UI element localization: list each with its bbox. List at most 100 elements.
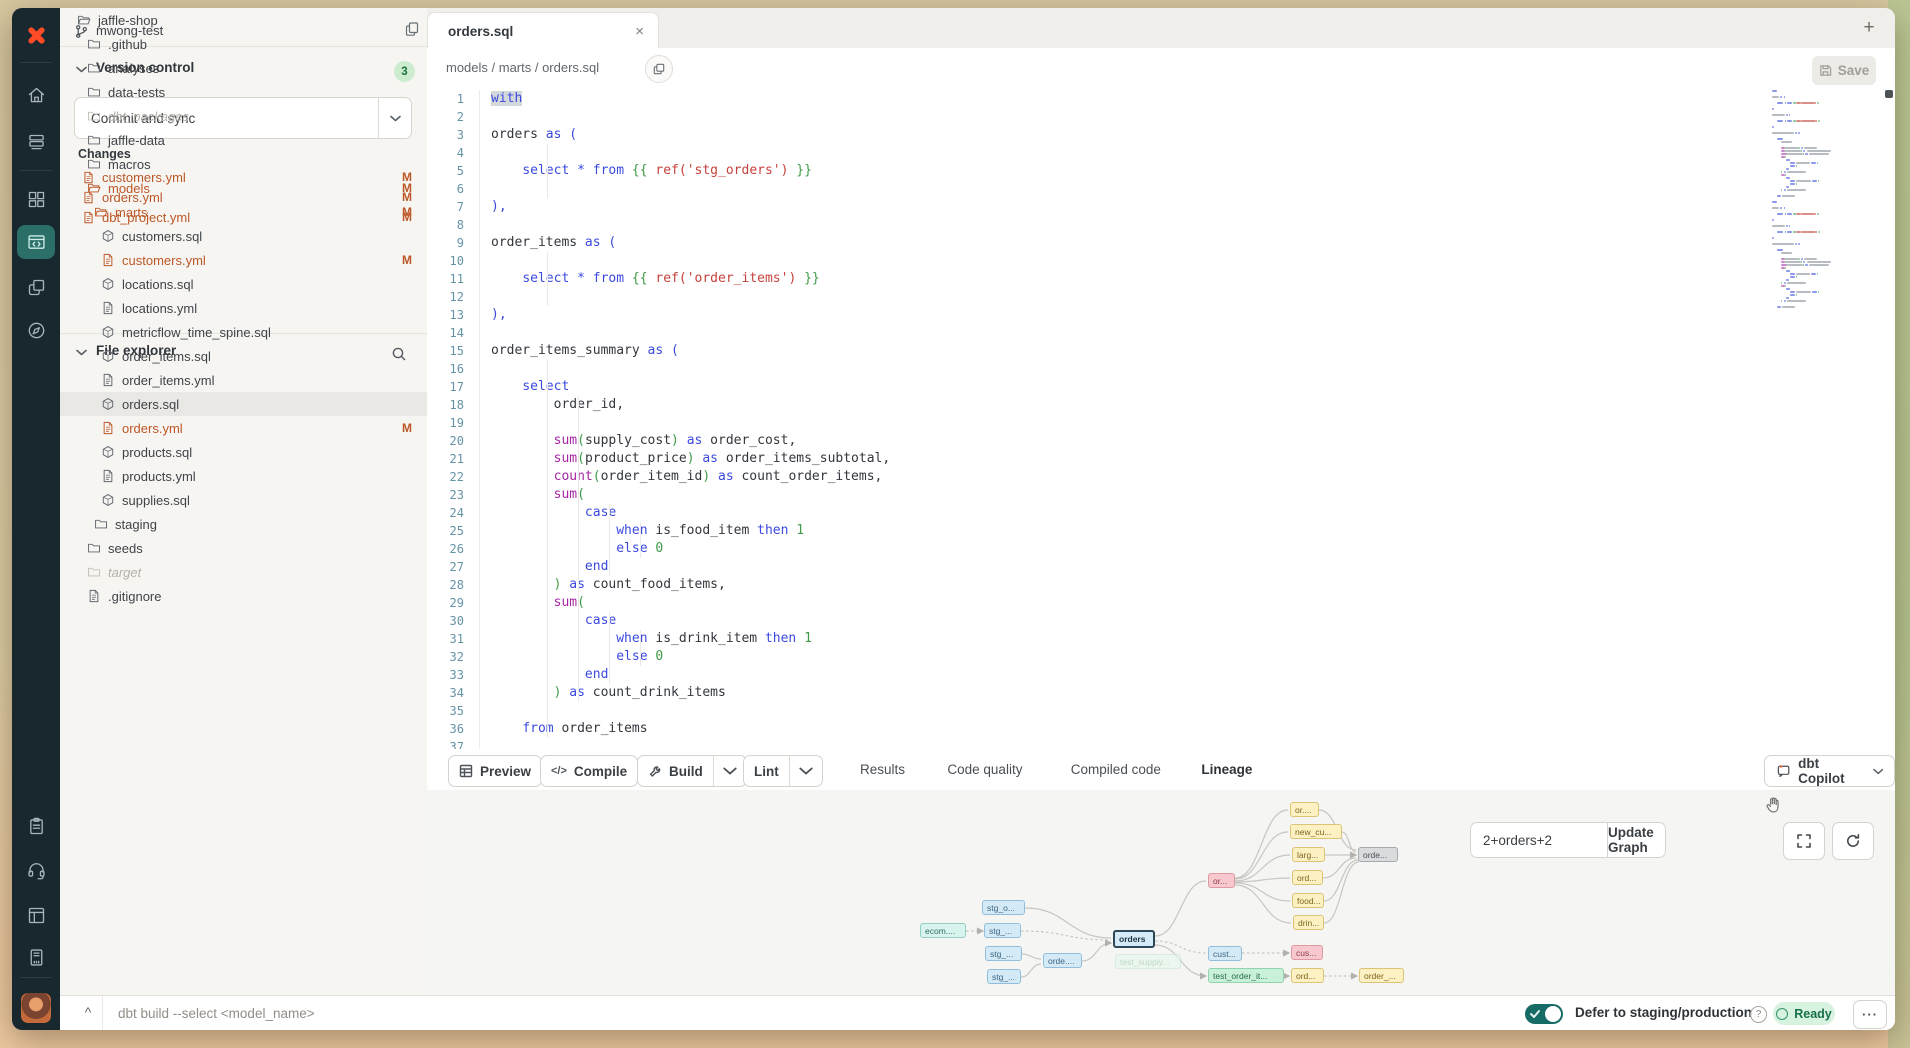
code-line-19[interactable]	[480, 414, 1770, 432]
support-headset-icon[interactable]	[17, 853, 55, 887]
tree-item-macros[interactable]: macros	[60, 152, 427, 176]
refresh-button[interactable]	[1832, 822, 1874, 860]
code-line-34[interactable]: ) as count_drink_items	[480, 684, 1770, 702]
code-line-30[interactable]: case	[480, 612, 1770, 630]
code-line-12[interactable]	[480, 288, 1770, 306]
tree-item-data-tests[interactable]: data-tests	[60, 80, 427, 104]
close-icon[interactable]: ×	[635, 23, 644, 40]
lineage-node-new_cu[interactable]: new_cu...	[1290, 824, 1342, 839]
lineage-node-orde[interactable]: orde...	[1358, 847, 1398, 862]
tree-item-orders.yml[interactable]: orders.ymlM	[60, 416, 427, 440]
tab-compiled-code[interactable]: Compiled code	[1071, 749, 1161, 790]
build-button[interactable]: Build	[637, 755, 747, 787]
tree-item-.gitignore[interactable]: .gitignore	[60, 584, 427, 608]
code-content[interactable]: withorders as ( select * from {{ ref('st…	[479, 90, 1770, 749]
help-icon[interactable]: ?	[1750, 1006, 1767, 1023]
lineage-node-food[interactable]: food...	[1292, 893, 1324, 908]
tree-item-supplies.sql[interactable]: supplies.sql	[60, 488, 427, 512]
code-line-18[interactable]: order_id,	[480, 396, 1770, 414]
tree-item-seeds[interactable]: seeds	[60, 536, 427, 560]
collapse-command-bar-button[interactable]: ^	[77, 1004, 99, 1024]
docs-panel-icon[interactable]	[17, 898, 55, 932]
lineage-node-ord[interactable]: ord...	[1291, 968, 1324, 983]
tree-item-target[interactable]: target	[60, 560, 427, 584]
tree-item-jaffle-data[interactable]: jaffle-data	[60, 128, 427, 152]
lineage-panel[interactable]: ecom....stg_o...stg_...stg_...stg_...ord…	[427, 790, 1895, 995]
code-line-4[interactable]	[480, 144, 1770, 162]
lint-options-dropdown[interactable]	[789, 756, 822, 786]
lineage-node-stg_[interactable]: stg_...	[987, 969, 1021, 984]
defer-toggle[interactable]	[1525, 1004, 1563, 1024]
tree-item-marts[interactable]: martsM	[60, 200, 427, 224]
dbt-logo-icon[interactable]	[17, 18, 55, 52]
scrollbar-thumb[interactable]	[1885, 90, 1893, 98]
code-line-33[interactable]: end	[480, 666, 1770, 684]
code-line-21[interactable]: sum(product_price) as order_items_subtot…	[480, 450, 1770, 468]
code-line-8[interactable]	[480, 216, 1770, 234]
tab-orders-sql[interactable]: orders.sql ×	[427, 12, 659, 50]
tree-item-models[interactable]: modelsM	[60, 176, 427, 200]
fullscreen-button[interactable]	[1783, 822, 1825, 860]
code-line-32[interactable]: else 0	[480, 648, 1770, 666]
code-line-13[interactable]: ),	[480, 306, 1770, 324]
tree-item-customers.sql[interactable]: customers.sql	[60, 224, 427, 248]
home-icon[interactable]	[17, 78, 55, 112]
code-line-5[interactable]: select * from {{ ref('stg_orders') }}	[480, 162, 1770, 180]
tree-item-order_items.sql[interactable]: order_items.sql	[60, 344, 427, 368]
lineage-node-orders[interactable]: orders	[1113, 930, 1155, 948]
lineage-node-drin[interactable]: drin...	[1293, 915, 1324, 930]
new-tab-button[interactable]: +	[1857, 16, 1881, 40]
tasks-clipboard-icon[interactable]	[17, 809, 55, 843]
code-line-7[interactable]: ),	[480, 198, 1770, 216]
lineage-node-cus[interactable]: cus...	[1291, 945, 1323, 960]
preview-button[interactable]: Preview	[448, 755, 542, 787]
breadcrumb[interactable]: models / marts / orders.sql	[446, 60, 599, 75]
tree-item-locations.yml[interactable]: locations.yml	[60, 296, 427, 320]
lineage-node-orde[interactable]: orde....	[1043, 953, 1082, 968]
editor-minimap[interactable]	[1772, 90, 1838, 330]
tree-item-metricflow_time_spine.sql[interactable]: metricflow_time_spine.sql	[60, 320, 427, 344]
environments-icon[interactable]	[17, 125, 55, 159]
tree-item-jaffle-shop[interactable]: jaffle-shop	[60, 8, 427, 32]
orchestration-icon[interactable]	[17, 270, 55, 304]
command-input-placeholder[interactable]: dbt build --select <model_name>	[118, 1006, 315, 1021]
code-line-35[interactable]	[480, 702, 1770, 720]
code-line-37[interactable]	[480, 738, 1770, 749]
tree-item-customers.yml[interactable]: customers.ymlM	[60, 248, 427, 272]
studio-ide-icon[interactable]	[17, 225, 55, 259]
code-editor[interactable]: 1234567891011121314151617181920212223242…	[427, 88, 1895, 749]
catalog-compass-icon[interactable]	[17, 313, 55, 347]
code-line-14[interactable]	[480, 324, 1770, 342]
code-line-6[interactable]	[480, 180, 1770, 198]
code-line-22[interactable]: count(order_item_id) as count_order_item…	[480, 468, 1770, 486]
copy-path-button[interactable]	[645, 55, 673, 83]
lineage-node-test_supply[interactable]: test_supply...	[1115, 954, 1181, 969]
update-graph-button[interactable]: Update Graph	[1607, 822, 1666, 858]
user-avatar[interactable]	[21, 993, 51, 1023]
code-line-24[interactable]: case	[480, 504, 1770, 522]
compile-button[interactable]: </>Compile	[540, 755, 638, 787]
lineage-node-ord[interactable]: ord...	[1292, 870, 1323, 885]
code-line-2[interactable]	[480, 108, 1770, 126]
code-line-36[interactable]: from order_items	[480, 720, 1770, 738]
code-line-15[interactable]: order_items_summary as (	[480, 342, 1770, 360]
tab-code-quality[interactable]: Code quality	[947, 749, 1022, 790]
lineage-node-or[interactable]: or....	[1290, 802, 1319, 817]
tree-item-staging[interactable]: staging	[60, 512, 427, 536]
code-line-26[interactable]: else 0	[480, 540, 1770, 558]
code-line-9[interactable]: order_items as (	[480, 234, 1770, 252]
code-line-25[interactable]: when is_food_item then 1	[480, 522, 1770, 540]
tab-lineage[interactable]: Lineage	[1201, 749, 1252, 792]
code-line-31[interactable]: when is_drink_item then 1	[480, 630, 1770, 648]
lineage-node-stg_[interactable]: stg_...	[985, 946, 1022, 961]
code-line-23[interactable]: sum(	[480, 486, 1770, 504]
code-line-20[interactable]: sum(supply_cost) as order_cost,	[480, 432, 1770, 450]
code-line-29[interactable]: sum(	[480, 594, 1770, 612]
lineage-node-stg_[interactable]: stg_...	[984, 923, 1021, 938]
code-line-11[interactable]: select * from {{ ref('order_items') }}	[480, 270, 1770, 288]
tree-item-analyses[interactable]: analyses	[60, 56, 427, 80]
lineage-node-order_[interactable]: order_...	[1359, 968, 1404, 983]
tree-item-dbt_packages[interactable]: dbt_packages	[60, 104, 427, 128]
code-line-27[interactable]: end	[480, 558, 1770, 576]
lineage-node-larg[interactable]: larg...	[1292, 847, 1325, 862]
